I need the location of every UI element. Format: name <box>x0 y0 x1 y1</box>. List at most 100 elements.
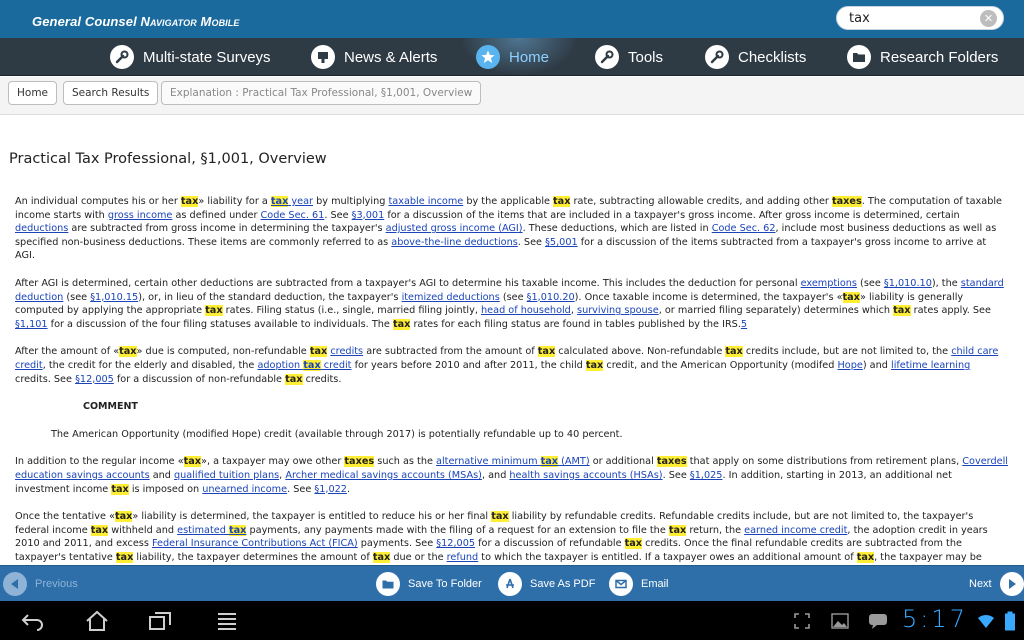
main-nav: Multi-state Surveys News & Alerts Home T… <box>0 38 1024 76</box>
star-icon <box>476 45 500 69</box>
app-brand: General Counsel Navigator Mobile <box>32 14 239 29</box>
next-button[interactable]: Next <box>969 566 1024 602</box>
nav-tools[interactable]: Tools <box>595 38 663 76</box>
link[interactable]: Federal Insurance Contributions Act (FIC… <box>152 538 358 549</box>
save-as-pdf-button[interactable]: Save As PDF <box>498 566 595 602</box>
breadcrumb: Home Search Results Explanation : Practi… <box>0 77 1024 115</box>
nav-label: Home <box>509 48 550 66</box>
link[interactable]: alternative minimum tax (AMT) <box>436 456 590 468</box>
wrench-icon <box>595 45 619 69</box>
link[interactable]: taxable income <box>388 196 463 207</box>
email-button[interactable]: Email <box>609 566 669 602</box>
link[interactable]: refund <box>447 552 479 563</box>
wrench-icon <box>110 45 134 69</box>
save-to-folder-button[interactable]: Save To Folder <box>376 566 482 602</box>
nav-news-alerts[interactable]: News & Alerts <box>311 38 437 76</box>
nav-label: Research Folders <box>880 48 999 66</box>
nav-home[interactable]: Home <box>476 38 549 76</box>
link[interactable]: §1,010.20 <box>527 292 575 303</box>
link[interactable]: Archer medical savings accounts (MSAs) <box>285 470 482 481</box>
paragraph: In addition to the regular income «tax»,… <box>15 456 1008 495</box>
link[interactable]: §5,001 <box>545 237 578 248</box>
link[interactable]: tax year <box>270 196 313 207</box>
document-view[interactable]: Practical Tax Professional, §1,001, Over… <box>0 116 1024 565</box>
envelope-icon <box>609 572 633 596</box>
fullscreen-icon[interactable] <box>790 601 814 640</box>
link[interactable]: Hope <box>838 360 863 371</box>
link[interactable]: Code Sec. 61 <box>261 210 325 221</box>
brand-suffix: Navigator Mobile <box>140 14 240 29</box>
app-window: General Counsel Navigator Mobile ✕ Multi… <box>0 0 1024 640</box>
link[interactable]: qualified tuition plans <box>174 470 279 481</box>
link[interactable]: §12,005 <box>436 538 475 549</box>
nav-label: Tools <box>628 48 664 66</box>
document-body: An individual computes his or her tax» l… <box>15 195 1008 565</box>
link[interactable]: adoption tax credit <box>257 359 351 371</box>
clear-search-icon[interactable]: ✕ <box>980 10 997 27</box>
pdf-icon <box>498 572 522 596</box>
link[interactable]: Code Sec. 62 <box>712 223 776 234</box>
previous-label: Previous <box>35 578 78 590</box>
link[interactable]: gross income <box>108 210 173 221</box>
menu-icon[interactable] <box>212 601 242 640</box>
email-label: Email <box>641 578 669 590</box>
document-title: Practical Tax Professional, §1,001, Over… <box>9 151 327 167</box>
link[interactable]: health savings accounts (HSAs) <box>509 470 662 481</box>
brand-prefix: General Counsel <box>32 14 137 29</box>
back-icon[interactable] <box>18 601 48 640</box>
link[interactable]: above-the-line deductions <box>391 237 518 248</box>
link[interactable]: estimated tax <box>177 524 247 536</box>
folder-icon <box>847 45 871 69</box>
home-icon[interactable] <box>82 601 112 640</box>
link[interactable]: head of household <box>481 305 571 316</box>
link[interactable]: itemized deductions <box>402 292 500 303</box>
system-bar: 5:17 <box>0 601 1024 640</box>
next-label: Next <box>969 578 992 590</box>
nav-label: Multi-state Surveys <box>143 48 271 66</box>
link[interactable]: §1,025 <box>690 470 723 481</box>
paragraph: An individual computes his or her tax» l… <box>15 196 1002 262</box>
link[interactable]: unearned income <box>202 484 287 495</box>
paragraph: Once the tentative «tax» liability is de… <box>15 510 1008 565</box>
wifi-icon <box>975 601 997 640</box>
talk-icon[interactable] <box>866 601 890 640</box>
nav-label: Checklists <box>738 48 807 66</box>
top-header: General Counsel Navigator Mobile ✕ <box>0 0 1024 38</box>
link[interactable]: lifetime learning <box>891 360 970 371</box>
link[interactable]: §1,010.15 <box>90 292 138 303</box>
link[interactable]: §1,101 <box>15 319 48 330</box>
link[interactable]: adjusted gross income (AGI) <box>386 223 523 234</box>
link[interactable]: surviving spouse <box>577 305 659 316</box>
nav-checklists[interactable]: Checklists <box>705 38 806 76</box>
arrow-right-icon <box>999 572 1024 596</box>
comment-heading: COMMENT <box>83 401 138 413</box>
link[interactable]: deductions <box>15 223 68 234</box>
action-bar: Previous Save To Folder Save As PDF Emai… <box>0 565 1024 601</box>
link[interactable]: §1,022 <box>314 484 347 495</box>
breadcrumb-search-results[interactable]: Search Results <box>63 81 159 105</box>
link[interactable]: credits <box>330 346 363 357</box>
battery-icon <box>1000 601 1020 640</box>
link[interactable]: §3,001 <box>352 210 385 221</box>
link[interactable]: §12,005 <box>75 374 114 385</box>
search-input[interactable] <box>849 9 979 27</box>
recent-apps-icon[interactable] <box>145 601 175 640</box>
link[interactable]: earned income credit <box>744 525 847 536</box>
previous-button[interactable]: Previous <box>3 566 78 602</box>
wrench-icon <box>705 45 729 69</box>
nav-multi-state-surveys[interactable]: Multi-state Surveys <box>110 38 271 76</box>
comment-text: The American Opportunity (modified Hope)… <box>51 428 623 440</box>
arrow-left-icon <box>3 572 27 596</box>
link[interactable]: §1,010.10 <box>884 278 932 289</box>
link[interactable]: exemptions <box>801 278 857 289</box>
image-icon[interactable] <box>828 601 852 640</box>
save-to-folder-label: Save To Folder <box>408 578 482 590</box>
search-box[interactable]: ✕ <box>836 6 1004 30</box>
nav-label: News & Alerts <box>344 48 438 66</box>
save-as-pdf-label: Save As PDF <box>530 578 596 590</box>
link[interactable]: 5 <box>741 319 747 330</box>
paragraph: After AGI is determined, certain other d… <box>15 277 1004 330</box>
megaphone-icon <box>311 45 335 69</box>
breadcrumb-home[interactable]: Home <box>8 81 58 105</box>
nav-research-folders[interactable]: Research Folders <box>847 38 998 76</box>
